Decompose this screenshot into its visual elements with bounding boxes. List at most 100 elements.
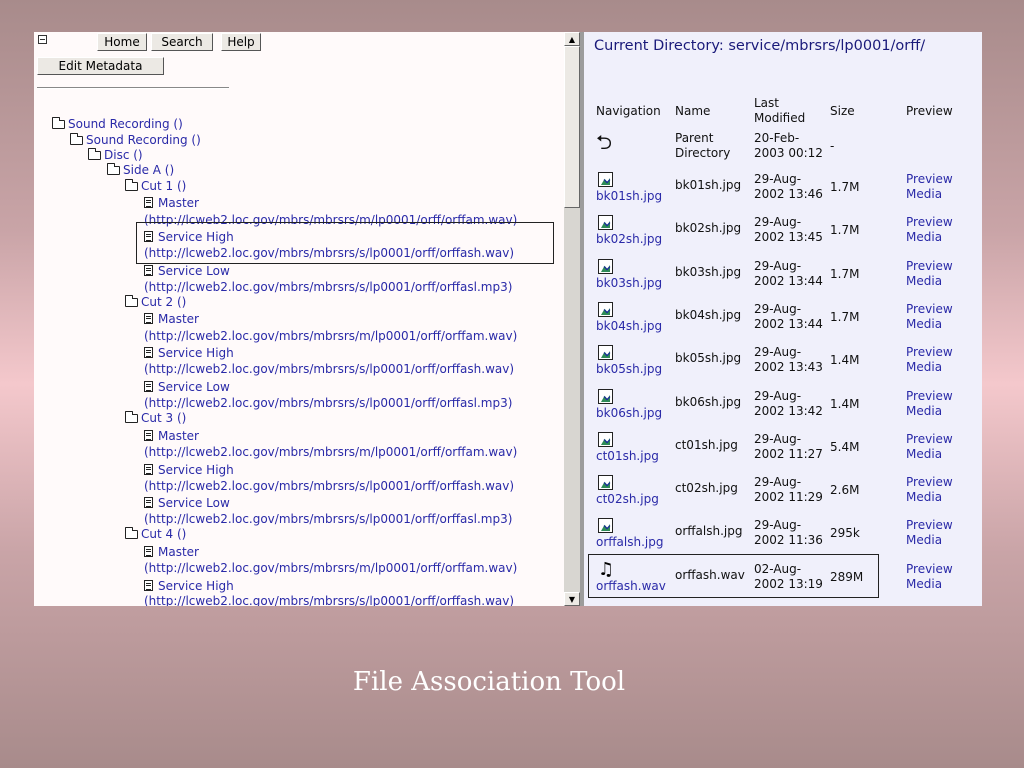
file-link[interactable]: bk03sh.jpg — [596, 276, 662, 291]
tree-file-service-high[interactable]: Service High — [144, 346, 234, 361]
tree-file-url[interactable]: (http://lcweb2.loc.gov/mbrs/mbrsrs/s/lp0… — [144, 594, 514, 606]
cell-line: 2002 13:42 — [754, 404, 823, 418]
cell-line: Preview — [906, 518, 953, 532]
modified-cell: 29-Aug- 2002 13:44 — [754, 302, 823, 332]
file-link[interactable]: ct02sh.jpg — [596, 492, 659, 507]
browser-screenshot: Home Search Help Edit Metadata Sound Rec… — [34, 32, 982, 606]
tree-file-master[interactable]: Master — [144, 429, 199, 444]
tree-node-cut-1[interactable]: Cut 1 () — [125, 179, 186, 194]
cell-line: 2002 13:45 — [754, 230, 823, 244]
cell-line: 29-Aug- — [754, 432, 802, 446]
document-icon — [144, 546, 153, 557]
folder-icon — [70, 133, 83, 145]
tree-node-label: Sound Recording () — [68, 117, 183, 131]
scrollbar-thumb[interactable] — [564, 46, 580, 208]
file-name: bk01sh.jpg — [675, 178, 742, 192]
size-cell: 1.7M — [830, 267, 860, 281]
scroll-up-icon[interactable]: ▲ — [564, 32, 580, 46]
file-name: bk06sh.jpg — [675, 395, 742, 409]
size-cell: 1.4M — [830, 397, 860, 411]
cell-line: 2002 13:44 — [754, 317, 823, 331]
tree-file-label: Service High — [158, 579, 234, 593]
image-file-icon[interactable] — [598, 389, 613, 404]
tree-node-side[interactable]: Side A () — [107, 163, 174, 178]
tree-node-label: Cut 1 () — [141, 179, 187, 193]
image-file-icon[interactable] — [598, 345, 613, 360]
preview-media-link[interactable]: Preview Media — [906, 432, 953, 462]
file-link[interactable]: bk01sh.jpg — [596, 189, 662, 204]
document-icon — [144, 313, 153, 324]
tree-file-url[interactable]: (http://lcweb2.loc.gov/mbrs/mbrsrs/s/lp0… — [144, 512, 512, 527]
cell-line: Media — [906, 230, 943, 244]
directory-listing-frame: Current Directory: service/mbrsrs/lp0001… — [584, 32, 982, 606]
image-file-icon[interactable] — [598, 302, 613, 317]
scroll-down-icon[interactable]: ▼ — [564, 592, 580, 606]
tree-node-cut-3[interactable]: Cut 3 () — [125, 411, 186, 426]
preview-media-link[interactable]: Preview Media — [906, 172, 953, 202]
tree-file-master[interactable]: Master — [144, 545, 199, 560]
file-link[interactable]: bk05sh.jpg — [596, 362, 662, 377]
preview-media-link[interactable]: Preview Media — [906, 215, 953, 245]
modified-cell: 29-Aug- 2002 13:46 — [754, 172, 823, 202]
tree-file-label: Service High — [158, 346, 234, 360]
preview-media-link[interactable]: Preview Media — [906, 562, 953, 592]
tree-node-child[interactable]: Sound Recording () — [70, 133, 201, 148]
tree-node-label: Cut 3 () — [141, 411, 187, 425]
tree-file-service-low[interactable]: Service Low — [144, 380, 230, 395]
file-link[interactable]: ct01sh.jpg — [596, 449, 659, 464]
file-name: ct02sh.jpg — [675, 481, 738, 495]
tree-file-url[interactable]: (http://lcweb2.loc.gov/mbrs/mbrsrs/s/lp0… — [144, 362, 514, 377]
tree-node-cut-4[interactable]: Cut 4 () — [125, 527, 186, 542]
tree-file-service-low[interactable]: Service Low — [144, 496, 230, 511]
file-link[interactable]: orffalsh.jpg — [596, 535, 663, 550]
cell-line: 2002 11:27 — [754, 447, 823, 461]
modified-cell: 29-Aug- 2002 13:43 — [754, 345, 823, 375]
tree-node-root[interactable]: Sound Recording () — [52, 117, 183, 132]
tree-file-label: Master — [158, 196, 199, 210]
tree-file-master[interactable]: Master — [144, 196, 199, 211]
file-link[interactable]: bk06sh.jpg — [596, 406, 662, 421]
size-cell: 1.7M — [830, 223, 860, 237]
tree-node-label: Sound Recording () — [86, 133, 201, 147]
image-file-icon[interactable] — [598, 432, 613, 447]
tree-file-service-high[interactable]: Service High — [144, 579, 234, 594]
tree-node-cut-2[interactable]: Cut 2 () — [125, 295, 186, 310]
preview-media-link[interactable]: Preview Media — [906, 302, 953, 332]
file-name: bk05sh.jpg — [675, 351, 742, 365]
tree-file-url[interactable]: (http://lcweb2.loc.gov/mbrs/mbrsrs/m/lp0… — [144, 329, 517, 344]
modified-cell: 29-Aug- 2002 13:44 — [754, 259, 823, 289]
tree-node-disc[interactable]: Disc () — [88, 148, 143, 163]
vertical-scrollbar[interactable]: ▲ ▼ — [564, 32, 580, 606]
cell-line: Preview — [906, 475, 953, 489]
cell-line: Media — [906, 577, 943, 591]
image-file-icon[interactable] — [598, 259, 613, 274]
tree-file-url[interactable]: (http://lcweb2.loc.gov/mbrs/mbrsrs/m/lp0… — [144, 445, 517, 460]
tree-file-url[interactable]: (http://lcweb2.loc.gov/mbrs/mbrsrs/s/lp0… — [144, 479, 514, 494]
size-cell: 5.4M — [830, 440, 860, 454]
header-line: Last — [754, 96, 779, 110]
image-file-icon[interactable] — [598, 215, 613, 230]
tree-file-url[interactable]: (http://lcweb2.loc.gov/mbrs/mbrsrs/s/lp0… — [144, 396, 512, 411]
file-link[interactable]: bk04sh.jpg — [596, 319, 662, 334]
folder-icon — [88, 148, 101, 160]
tree-file-service-high[interactable]: Service High — [144, 463, 234, 478]
tree-file-service-low[interactable]: Service Low — [144, 264, 230, 279]
file-name: orffalsh.jpg — [675, 524, 743, 538]
parent-directory-icon[interactable]: ⮌ — [596, 132, 612, 152]
file-link[interactable]: bk02sh.jpg — [596, 232, 662, 247]
image-file-icon[interactable] — [598, 172, 613, 187]
cell-line: Media — [906, 317, 943, 331]
cell-line: Parent — [675, 131, 714, 145]
image-file-icon[interactable] — [598, 518, 613, 533]
preview-media-link[interactable]: Preview Media — [906, 345, 953, 375]
tree-file-url[interactable]: (http://lcweb2.loc.gov/mbrs/mbrsrs/m/lp0… — [144, 561, 517, 576]
preview-media-link[interactable]: Preview Media — [906, 259, 953, 289]
preview-media-link[interactable]: Preview Media — [906, 475, 953, 505]
preview-media-link[interactable]: Preview Media — [906, 389, 953, 419]
cell-line: 29-Aug- — [754, 389, 802, 403]
tree-file-master[interactable]: Master — [144, 312, 199, 327]
image-file-icon[interactable] — [598, 475, 613, 490]
tree-file-url[interactable]: (http://lcweb2.loc.gov/mbrs/mbrsrs/s/lp0… — [144, 280, 512, 295]
preview-media-link[interactable]: Preview Media — [906, 518, 953, 548]
parent-directory-name[interactable]: Parent Directory — [675, 131, 730, 161]
